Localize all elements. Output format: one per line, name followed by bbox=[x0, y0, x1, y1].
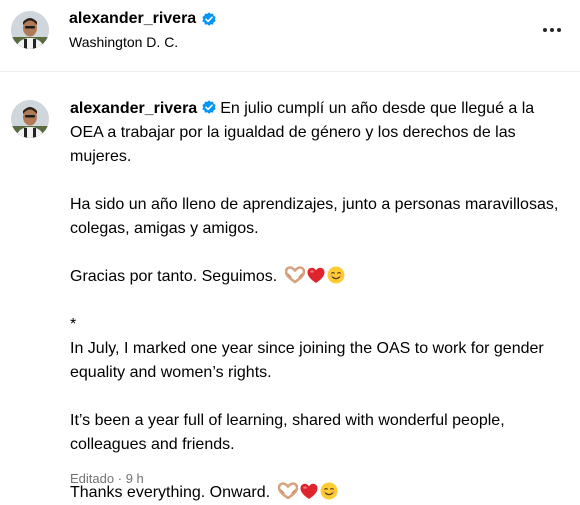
heart-hands-icon bbox=[284, 266, 305, 284]
emoji-group bbox=[284, 266, 345, 284]
avatar[interactable] bbox=[11, 100, 49, 138]
heart-hands-icon bbox=[277, 482, 298, 500]
more-options-icon bbox=[543, 28, 547, 32]
emoji-group bbox=[277, 482, 338, 500]
timestamp-link[interactable]: 9 h bbox=[126, 471, 144, 486]
more-options-icon bbox=[557, 28, 561, 32]
caption-paragraph: alexander_rivera En julio cumplí un año … bbox=[70, 97, 560, 169]
verified-badge-icon bbox=[201, 11, 217, 27]
caption-paragraph: Gracias por tanto. Seguimos. bbox=[70, 265, 560, 289]
smiling-face-icon bbox=[327, 266, 345, 284]
avatar[interactable] bbox=[11, 11, 49, 49]
location-link[interactable]: Washington D. C. bbox=[69, 33, 178, 51]
caption-paragraph: In July, I marked one year since joining… bbox=[70, 340, 544, 381]
caption-paragraph: Ha sido un año lleno de aprendizajes, ju… bbox=[70, 196, 559, 237]
profile-photo-icon bbox=[11, 11, 49, 49]
post-header: alexander_rivera Washington D. C. bbox=[0, 0, 580, 72]
verified-badge-icon bbox=[201, 99, 217, 115]
profile-photo-icon bbox=[11, 100, 49, 138]
header-username-link[interactable]: alexander_rivera bbox=[69, 9, 196, 29]
red-heart-icon bbox=[307, 267, 325, 283]
post-meta: Editado · 9 h bbox=[70, 471, 144, 487]
edited-label: Editado bbox=[70, 471, 115, 486]
more-options-icon bbox=[550, 28, 554, 32]
red-heart-icon bbox=[300, 483, 318, 499]
caption-paragraph: * bbox=[70, 316, 77, 333]
caption-paragraph: It’s been a year full of learning, share… bbox=[70, 412, 505, 453]
more-options-button[interactable] bbox=[540, 22, 564, 38]
smiling-face-icon bbox=[320, 482, 338, 500]
meta-separator: · bbox=[117, 471, 123, 486]
caption-paragraph-text: Gracias por tanto. Seguimos. bbox=[70, 268, 278, 285]
caption-username-link[interactable]: alexander_rivera bbox=[70, 100, 197, 117]
caption-text: alexander_rivera En julio cumplí un año … bbox=[70, 97, 560, 505]
